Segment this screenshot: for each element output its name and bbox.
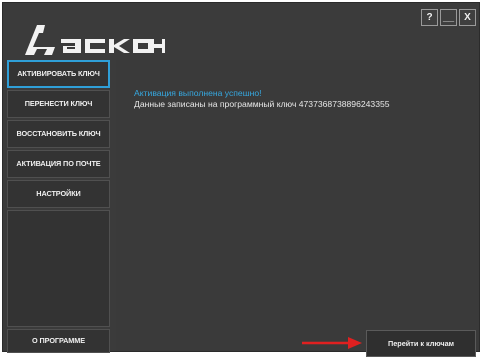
status-title: Активация выполнена успешно! — [134, 88, 262, 98]
go-to-keys-button[interactable]: Перейти к ключам — [366, 330, 476, 357]
sidebar-item-activate-key[interactable]: АКТИВИРОВАТЬ КЛЮЧ — [7, 60, 110, 88]
sidebar-item-restore-key[interactable]: ВОССТАНОВИТЬ КЛЮЧ — [7, 120, 110, 148]
sidebar: АКТИВИРОВАТЬ КЛЮЧ ПЕРЕНЕСТИ КЛЮЧ ВОССТАН… — [7, 60, 114, 210]
titlebar: ? __ X — [3, 3, 479, 59]
minimize-button[interactable]: __ — [440, 9, 457, 26]
ascon-logo — [25, 25, 165, 55]
sidebar-item-settings[interactable]: НАСТРОЙКИ — [7, 180, 110, 208]
window-controls: ? __ X — [421, 9, 476, 26]
sidebar-item-activation-by-mail[interactable]: АКТИВАЦИЯ ПО ПОЧТЕ — [7, 150, 110, 178]
status-message: Данные записаны на программный ключ 4737… — [134, 99, 390, 109]
red-arrow-icon — [302, 337, 362, 349]
sidebar-spacer — [7, 210, 110, 327]
about-button[interactable]: О ПРОГРАММЕ — [7, 329, 110, 353]
close-button[interactable]: X — [459, 9, 476, 26]
sidebar-item-transfer-key[interactable]: ПЕРЕНЕСТИ КЛЮЧ — [7, 90, 110, 118]
ascon-activation-window: ? __ X АКТИВИРОВАТЬ КЛЮЧ ПЕРЕНЕСТИ КЛЮЧ … — [2, 2, 480, 357]
main-content: Активация выполнена успешно! Данные запи… — [116, 60, 479, 357]
help-button[interactable]: ? — [421, 9, 438, 26]
